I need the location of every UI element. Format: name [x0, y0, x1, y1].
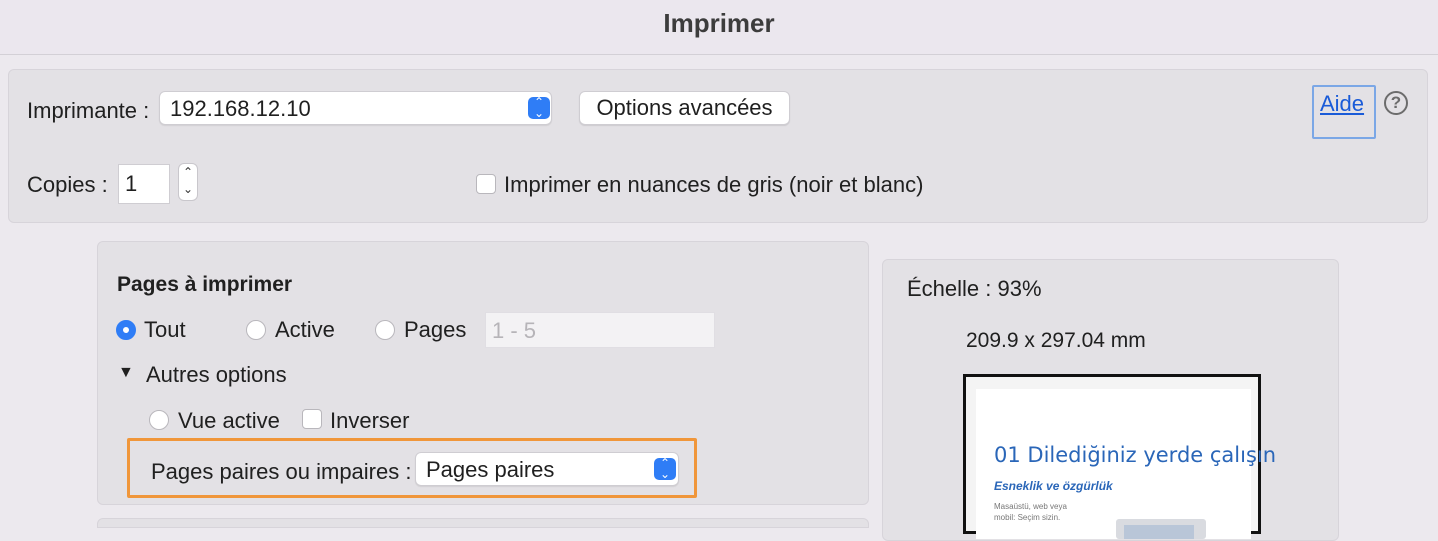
radio-all-label: Tout — [144, 317, 186, 342]
odd-even-select-value: Pages paires — [426, 457, 555, 482]
copies-stepper[interactable]: ⌃ ⌄ — [178, 163, 198, 201]
more-options-label[interactable]: Autres options — [146, 362, 287, 388]
radio-pages[interactable] — [375, 320, 395, 340]
window-title: Imprimer — [663, 8, 775, 38]
paper-size-label: 209.9 x 297.04 mm — [966, 329, 1146, 352]
help-link[interactable]: Aide — [1312, 85, 1376, 139]
title-bar: Imprimer — [0, 0, 1438, 55]
page-preview: 01 Dilediğiniz yerde çalışın Esneklik ve… — [963, 374, 1276, 539]
advanced-options-button[interactable]: Options avancées — [579, 91, 790, 125]
preview-device-image — [1116, 519, 1206, 539]
scale-label: Échelle : 93% — [907, 276, 1042, 301]
updown-chevron-icon: ⌃ ⌄ — [654, 457, 676, 480]
radio-all[interactable] — [116, 320, 136, 340]
preview-sheet: 01 Dilediğiniz yerde çalışın Esneklik ve… — [976, 389, 1276, 539]
grayscale-checkbox[interactable] — [476, 174, 496, 194]
reverse-label: Inverser — [330, 408, 410, 433]
radio-current-view[interactable] — [149, 410, 169, 430]
help-link-label: Aide — [1320, 91, 1365, 116]
preview-doc-heading: 01 Dilediğiniz yerde çalışın — [994, 443, 1277, 467]
printer-select[interactable]: 192.168.12.10 ⌃ ⌄ — [159, 91, 552, 125]
reverse-checkbox[interactable] — [302, 409, 322, 429]
printer-select-value: 192.168.12.10 — [170, 96, 311, 121]
disclosure-triangle-icon[interactable]: ▼ — [118, 364, 134, 382]
pages-heading: Pages à imprimer — [117, 273, 293, 296]
odd-even-select[interactable]: Pages paires ⌃ ⌄ — [415, 452, 679, 486]
next-panel-edge — [97, 518, 869, 528]
radio-pages-label: Pages — [404, 317, 467, 342]
pages-range-input[interactable]: 1 - 5 — [485, 312, 715, 348]
odd-even-label: Pages paires ou impaires : — [151, 459, 412, 484]
question-circle-icon[interactable]: ? — [1384, 91, 1408, 115]
copies-label: Copies : — [27, 172, 108, 197]
preview-doc-text: Masaüstü, web veya mobil: Seçim sizin. — [994, 502, 1067, 522]
copies-input[interactable]: 1 — [118, 164, 170, 204]
radio-active-label: Active — [275, 317, 335, 342]
grayscale-label: Imprimer en nuances de gris (noir et bla… — [504, 172, 924, 197]
radio-active[interactable] — [246, 320, 266, 340]
updown-chevron-icon: ⌃ ⌄ — [528, 96, 550, 119]
preview-doc-subheading: Esneklik ve özgürlük — [994, 479, 1113, 493]
printer-label: Imprimante : — [27, 98, 150, 123]
current-view-label: Vue active — [178, 408, 280, 433]
